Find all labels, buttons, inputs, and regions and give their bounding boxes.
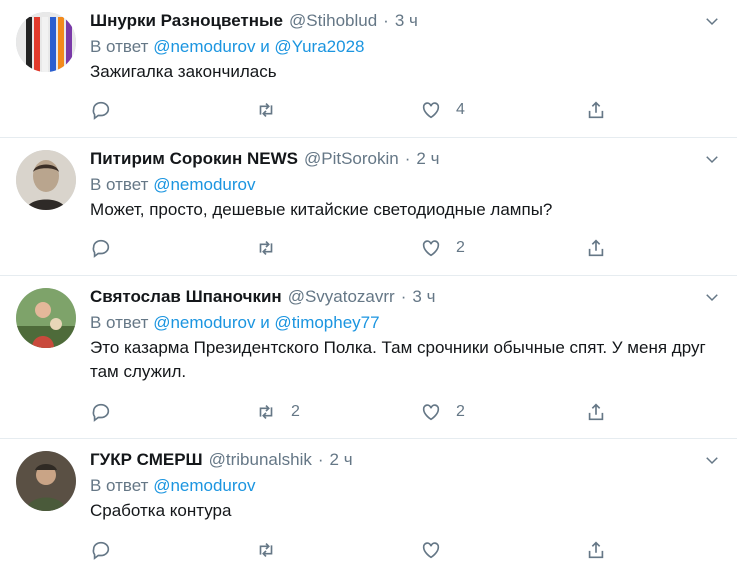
author-name[interactable]: Святослав Шпаночкин	[90, 286, 282, 308]
tweet-actions: 4	[90, 98, 721, 122]
reply-button[interactable]	[90, 401, 255, 423]
reply-users[interactable]: @nemodurov	[153, 476, 255, 495]
reply-button[interactable]	[90, 99, 255, 121]
retweet-icon	[259, 240, 273, 256]
share-button[interactable]	[585, 401, 607, 423]
tweet[interactable]: Шнурки Разноцветные @Stihoblud · 3 ч В о…	[0, 0, 737, 138]
reply-context: В ответ @nemodurov	[90, 475, 721, 497]
retweet-button[interactable]: 2	[255, 401, 420, 423]
heart-icon	[422, 240, 440, 257]
retweet-button[interactable]	[255, 539, 420, 561]
share-button[interactable]	[585, 539, 607, 561]
share-icon	[588, 403, 604, 421]
tweet-text: Может, просто, дешевые китайские светоди…	[90, 200, 553, 219]
reply-users[interactable]: @nemodurov и @Yura2028	[153, 37, 364, 56]
share-button[interactable]	[585, 99, 607, 121]
avatar[interactable]	[16, 150, 76, 210]
heart-icon	[422, 102, 440, 119]
chevron-down-icon[interactable]	[703, 288, 721, 306]
author-name[interactable]: Шнурки Разноцветные	[90, 10, 283, 32]
separator-dot: ·	[317, 450, 324, 469]
tweet-actions: 2 2	[90, 400, 721, 424]
author-handle[interactable]: @Stihoblud	[289, 10, 377, 32]
retweet-button[interactable]	[255, 99, 420, 121]
retweet-icon	[259, 542, 273, 558]
tweet[interactable]: Святослав Шпаночкин @Svyatozavrr · 3 ч В…	[0, 276, 737, 439]
reply-icon	[92, 403, 110, 422]
avatar[interactable]	[16, 12, 76, 72]
reply-prefix: В ответ	[90, 476, 149, 495]
reply-context: В ответ @nemodurov	[90, 174, 721, 196]
chevron-down-icon[interactable]	[703, 451, 721, 469]
reply-users[interactable]: @nemodurov	[153, 175, 255, 194]
tweet-text: Это казарма Президентского Полка. Там ср…	[90, 338, 706, 381]
share-icon	[588, 541, 604, 559]
tweet-actions: 2	[90, 236, 721, 260]
outdoor-avatar-icon	[16, 288, 76, 348]
author-name[interactable]: Питирим Сорокин NEWS	[90, 148, 298, 170]
reply-users[interactable]: @nemodurov и @timophey77	[153, 313, 379, 332]
separator-dot: ·	[400, 287, 407, 306]
author-handle[interactable]: @PitSorokin	[304, 148, 399, 170]
retweet-icon	[259, 102, 273, 118]
tweet-text: Зажигалка закончилась	[90, 62, 277, 81]
share-icon	[588, 101, 604, 119]
timestamp[interactable]: 3 ч	[395, 10, 418, 32]
share-button[interactable]	[585, 237, 607, 259]
like-button[interactable]: 2	[420, 401, 585, 423]
like-button[interactable]: 2	[420, 237, 585, 259]
separator-dot: ·	[383, 11, 389, 30]
tweet[interactable]: ГУКР СМЕРШ @tribunalshik · 2 ч В ответ @…	[0, 439, 737, 579]
retweet-button[interactable]	[255, 237, 420, 259]
like-button[interactable]: 4	[420, 99, 585, 121]
heart-icon	[422, 404, 440, 421]
soldier-avatar-icon	[16, 451, 76, 511]
portrait-avatar-icon	[16, 150, 76, 210]
avatar[interactable]	[16, 288, 76, 348]
retweet-count: 2	[291, 403, 300, 420]
avatar[interactable]	[16, 451, 76, 511]
like-count: 2	[456, 403, 465, 420]
chevron-down-icon[interactable]	[703, 12, 721, 30]
reply-context: В ответ @nemodurov и @Yura2028	[90, 36, 721, 58]
reply-prefix: В ответ	[90, 175, 149, 194]
separator-dot: ·	[404, 149, 411, 168]
author-name[interactable]: ГУКР СМЕРШ	[90, 449, 203, 471]
tweet-actions	[90, 538, 721, 562]
reply-prefix: В ответ	[90, 37, 149, 56]
reply-icon	[92, 101, 110, 120]
reply-icon	[92, 541, 110, 560]
retweet-icon	[259, 404, 273, 420]
reply-button[interactable]	[90, 539, 255, 561]
reply-icon	[92, 239, 110, 258]
reply-prefix: В ответ	[90, 313, 149, 332]
like-count: 2	[456, 239, 465, 256]
reply-context: В ответ @nemodurov и @timophey77	[90, 312, 721, 334]
chevron-down-icon[interactable]	[703, 150, 721, 168]
author-handle[interactable]: @Svyatozavrr	[288, 286, 395, 308]
reply-button[interactable]	[90, 237, 255, 259]
timestamp[interactable]: 2 ч	[416, 148, 439, 170]
share-icon	[588, 239, 604, 257]
heart-icon	[422, 542, 440, 559]
tweet-text: Сработка контура	[90, 501, 232, 520]
like-count: 4	[456, 101, 465, 118]
like-button[interactable]	[420, 539, 585, 561]
shoelaces-avatar-icon	[16, 12, 76, 72]
timestamp[interactable]: 2 ч	[330, 449, 353, 471]
author-handle[interactable]: @tribunalshik	[209, 449, 312, 471]
tweet[interactable]: Питирим Сорокин NEWS @PitSorokin · 2 ч В…	[0, 138, 737, 276]
timestamp[interactable]: 3 ч	[412, 286, 435, 308]
